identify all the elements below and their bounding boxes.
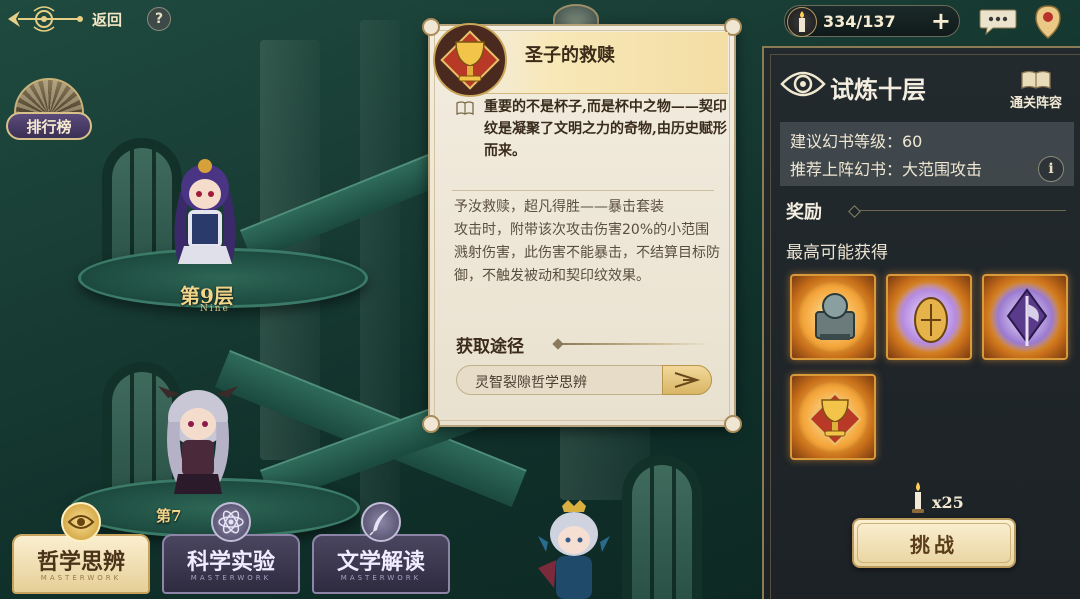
acquire-source-row[interactable]: 灵智裂隙哲学思辨 bbox=[456, 365, 712, 395]
back-button[interactable]: 返回 bbox=[6, 4, 122, 34]
leaderboard-label: 排行榜 bbox=[26, 117, 72, 136]
golden-hand-icon bbox=[914, 297, 948, 343]
challenge-cost-value: x25 bbox=[932, 493, 964, 512]
reward-item-relic-stone[interactable] bbox=[790, 274, 876, 360]
floor-8-character[interactable] bbox=[150, 378, 246, 498]
help-icon[interactable]: ? bbox=[147, 7, 171, 31]
set-effect-title: 予汝救赎，超凡得胜——暴击套装 bbox=[454, 199, 664, 215]
leaderboard-plate: 排行榜 bbox=[6, 112, 92, 140]
navigate-arrow-icon bbox=[674, 372, 701, 388]
set-effect-detail: 攻击时，附带该次攻击伤害20%的小范围溅射伤害，此伤害不能暴击，不结算目标防御，… bbox=[454, 222, 720, 284]
location-pin-icon[interactable] bbox=[1033, 4, 1063, 40]
background-arch-window bbox=[622, 455, 702, 599]
tab-science[interactable]: 科学实验 MASTERWORK bbox=[162, 502, 300, 594]
card-corner-ornament bbox=[422, 415, 440, 433]
tab-label: 文学解读 bbox=[336, 549, 425, 575]
trial-title: 试炼十层 bbox=[830, 75, 926, 104]
challenge-button[interactable]: 挑战 bbox=[852, 518, 1016, 568]
tab-label: 科学实验 bbox=[186, 549, 275, 575]
rewards-title: 奖励 bbox=[786, 202, 822, 223]
recommendation-box: 建议幻书等级：60 推荐上阵幻书：大范围攻击 i bbox=[780, 122, 1074, 186]
winged-axe-icon bbox=[1006, 288, 1048, 346]
stamina-bar: 334/137 + bbox=[784, 5, 960, 37]
acquire-source-label: 灵智裂隙哲学思辨 bbox=[475, 375, 587, 391]
tab-sublabel: MASTERWORK bbox=[190, 574, 272, 582]
background-pillar bbox=[360, 20, 400, 580]
recommended-books: 推荐上阵幻书：大范围攻击 bbox=[790, 160, 983, 179]
section-divider bbox=[558, 343, 710, 345]
atom-medal-icon bbox=[211, 502, 251, 542]
eye-medal-icon bbox=[61, 502, 101, 542]
holy-chalice-icon bbox=[432, 22, 508, 98]
tab-sublabel: MASTERWORK bbox=[340, 574, 422, 582]
quill-medal-icon bbox=[361, 502, 401, 542]
clear-team-label: 通关阵容 bbox=[1009, 96, 1062, 111]
open-book-icon bbox=[1020, 70, 1052, 90]
item-lore-quote: 重要的不是杯子,而是杯中之物——契印纹是凝聚了文明之力的奇物,由历史赋形而来。 bbox=[484, 99, 727, 159]
tab-literature[interactable]: 文学解读 MASTERWORK bbox=[312, 502, 450, 594]
add-stamina-button[interactable]: + bbox=[931, 8, 951, 34]
book-icon bbox=[456, 100, 474, 116]
card-corner-ornament bbox=[724, 415, 742, 433]
info-icon[interactable]: i bbox=[1038, 156, 1064, 182]
acquire-path-title: 获取途径 bbox=[456, 337, 524, 357]
bottom-character[interactable] bbox=[532, 498, 616, 599]
card-divider bbox=[452, 190, 714, 191]
back-label: 返回 bbox=[92, 10, 123, 29]
ornate-back-arrow-icon bbox=[6, 5, 86, 33]
eye-emblem-icon bbox=[780, 66, 826, 102]
clear-team-button[interactable]: 通关阵容 bbox=[998, 70, 1074, 116]
tab-sublabel: MASTERWORK bbox=[40, 574, 122, 582]
item-title: 圣子的救赎 bbox=[525, 45, 615, 66]
challenge-label: 挑战 bbox=[910, 532, 958, 557]
item-tooltip-card: 圣子的救赎 重要的不是杯子,而是杯中之物——契印纹是凝聚了文明之力的奇物,由历史… bbox=[422, 18, 742, 433]
floor-9-character[interactable] bbox=[160, 152, 250, 270]
recommended-level: 建议幻书等级：60 bbox=[790, 132, 923, 151]
rewards-divider bbox=[854, 210, 1066, 211]
tab-label: 哲学思辨 bbox=[36, 549, 125, 575]
challenge-cost: x25 bbox=[908, 480, 964, 514]
leaderboard-button[interactable]: 排行榜 bbox=[6, 78, 92, 152]
trial-panel: 试炼十层 通关阵容 建议幻书等级：60 推荐上阵幻书：大范围攻击 i 奖励 最高… bbox=[762, 46, 1080, 599]
candle-icon bbox=[912, 482, 924, 513]
item-description: 予汝救赎，超凡得胜——暴击套装 攻击时，附带该次攻击伤害20%的小范围溅射伤害，… bbox=[454, 196, 722, 288]
rewards-subtitle: 最高可能获得 bbox=[786, 243, 888, 263]
reward-item-winged-axe[interactable] bbox=[982, 274, 1068, 360]
floor-9-sublabel: Nine bbox=[200, 304, 230, 314]
relic-stone-icon bbox=[815, 293, 855, 340]
tab-philosophy[interactable]: 哲学思辨 MASTERWORK bbox=[12, 502, 150, 594]
candle-icon bbox=[787, 7, 817, 37]
reward-item-holy-chalice[interactable] bbox=[790, 374, 876, 460]
reward-item-golden-hand[interactable] bbox=[886, 274, 972, 360]
chat-bubble-icon[interactable] bbox=[979, 8, 1017, 36]
floor-8-label: 第7 bbox=[156, 507, 182, 525]
go-to-source-button[interactable] bbox=[662, 365, 712, 395]
stamina-value: 334/137 bbox=[823, 12, 896, 31]
holy-chalice-icon bbox=[808, 392, 862, 446]
